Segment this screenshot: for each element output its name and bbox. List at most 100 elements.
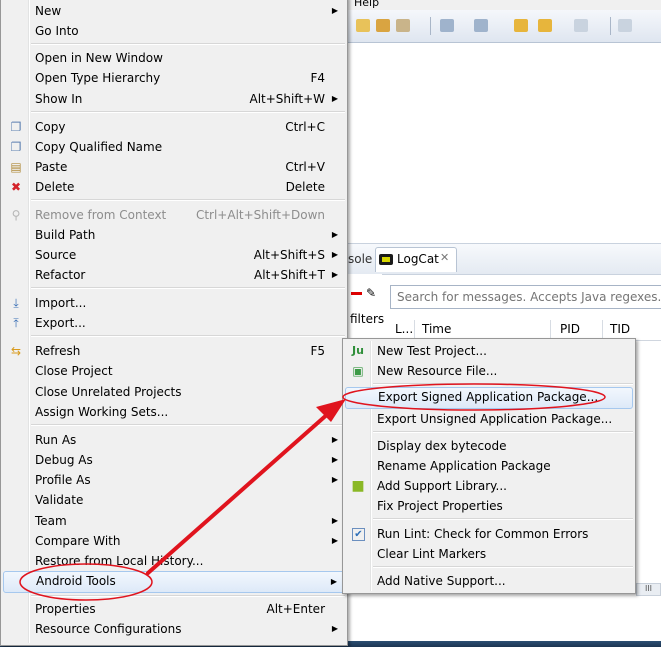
menu-item-restore-local-history[interactable]: Restore from Local History...	[3, 551, 345, 571]
submenu-arrow-icon: ▶	[331, 624, 338, 633]
menu-item-validate[interactable]: Validate	[3, 490, 345, 510]
remove-filter-icon[interactable]	[351, 292, 362, 295]
menu-item-label: Refactor	[35, 268, 86, 282]
tab-logcat[interactable]: LogCat ✕	[375, 247, 457, 272]
scrollbar-thumb[interactable]: III	[636, 583, 661, 596]
menu-item-label: Build Path	[35, 228, 96, 242]
menu-item-source[interactable]: Source Alt+Shift+S ▶	[3, 245, 345, 265]
menu-item-new[interactable]: New ▶	[3, 1, 345, 21]
menu-item-label: Open in New Window	[35, 51, 163, 65]
menu-item-run-as[interactable]: Run As ▶	[3, 430, 345, 450]
shortcut-label: Alt+Shift+W	[249, 92, 326, 106]
paste-icon: ▤	[10, 160, 22, 174]
submenu-item-export-signed-package[interactable]: Export Signed Application Package...	[345, 387, 633, 409]
forward-arrow-icon[interactable]	[574, 19, 588, 32]
menu-item-profile-as[interactable]: Profile As ▶	[3, 470, 345, 490]
menu-item-label: Compare With	[35, 534, 121, 548]
menu-item-android-tools[interactable]: Android Tools ▶	[3, 571, 345, 593]
logcat-icon	[379, 254, 393, 265]
menu-item-go-into[interactable]: Go Into	[3, 21, 345, 41]
menu-item-refresh[interactable]: ⇆ Refresh F5	[3, 341, 345, 361]
menu-item-refactor[interactable]: Refactor Alt+Shift+T ▶	[3, 265, 345, 285]
menu-item-label: Resource Configurations	[35, 622, 182, 636]
menu-item-copy-qualified-name[interactable]: ❐ Copy Qualified Name	[3, 137, 345, 157]
shortcut-label: Delete	[285, 180, 325, 194]
menu-separator	[31, 287, 345, 289]
menu-item-label: Debug As	[35, 453, 93, 467]
android-tools-submenu: Ju New Test Project... ▣ New Resource Fi…	[342, 338, 636, 594]
menu-item-label: Team	[35, 514, 67, 528]
pin-icon[interactable]	[618, 19, 632, 32]
menu-item-open-new-window[interactable]: Open in New Window	[3, 48, 345, 68]
submenu-arrow-icon: ▶	[331, 536, 338, 545]
submenu-arrow-icon: ▶	[331, 94, 338, 103]
shortcut-label: Alt+Shift+T	[254, 268, 325, 282]
step-over-icon[interactable]	[474, 19, 488, 32]
submenu-arrow-icon: ▶	[331, 455, 338, 464]
menu-item-paste[interactable]: ▤ Paste Ctrl+V	[3, 157, 345, 177]
step-icon[interactable]	[440, 19, 454, 32]
submenu-arrow-icon: ▶	[331, 435, 338, 444]
menu-item-label: Go Into	[35, 24, 79, 38]
refresh-icon: ⇆	[10, 344, 22, 358]
menu-item-delete[interactable]: ✖ Delete Delete	[3, 177, 345, 197]
menu-help[interactable]: Help	[354, 0, 379, 9]
submenu-item-run-lint[interactable]: ✔ Run Lint: Check for Common Errors	[345, 524, 633, 544]
search-input[interactable]	[390, 285, 661, 309]
submenu-item-fix-project-properties[interactable]: Fix Project Properties	[345, 496, 633, 516]
shortcut-label: Ctrl+Alt+Shift+Down	[195, 208, 325, 222]
submenu-item-new-resource-file[interactable]: ▣ New Resource File...	[345, 361, 633, 381]
submenu-item-clear-lint-markers[interactable]: Clear Lint Markers	[345, 544, 633, 564]
prev-arrow-icon[interactable]	[538, 19, 552, 32]
menu-item-compare-with[interactable]: Compare With ▶	[3, 531, 345, 551]
column-tid[interactable]: TID	[610, 322, 630, 336]
menu-item-show-in[interactable]: Show In Alt+Shift+W ▶	[3, 89, 345, 109]
shortcut-label: Ctrl+C	[285, 120, 325, 134]
filters-label: filters	[350, 312, 385, 326]
shortcut-label: F4	[310, 71, 325, 85]
menu-item-label: New Test Project...	[377, 344, 487, 358]
menu-item-properties[interactable]: Properties Alt+Enter	[3, 599, 345, 619]
menu-item-team[interactable]: Team ▶	[3, 511, 345, 531]
submenu-item-rename-package[interactable]: Rename Application Package	[345, 456, 633, 476]
submenu-item-add-native-support[interactable]: Add Native Support...	[345, 571, 633, 591]
new-icon[interactable]	[356, 19, 370, 32]
shortcut-label: Ctrl+V	[285, 160, 325, 174]
menu-item-open-type-hierarchy[interactable]: Open Type Hierarchy F4	[3, 68, 345, 88]
menu-item-label: Run Lint: Check for Common Errors	[377, 527, 589, 541]
shortcut-label: Alt+Shift+S	[253, 248, 325, 262]
shortcut-label: Alt+Enter	[266, 602, 325, 616]
submenu-item-new-test-project[interactable]: Ju New Test Project...	[345, 341, 633, 361]
menu-item-close-project[interactable]: Close Project	[3, 361, 345, 381]
column-pid[interactable]: PID	[560, 322, 580, 336]
shortcut-label: F5	[310, 344, 325, 358]
close-icon[interactable]: ✕	[440, 251, 449, 264]
edit-filter-icon[interactable]: ✎	[366, 286, 376, 300]
copy-icon: ❐	[10, 120, 22, 134]
menu-item-label: Import...	[35, 296, 87, 310]
menu-item-label: Run As	[35, 433, 77, 447]
submenu-item-display-dex-bytecode[interactable]: Display dex bytecode	[345, 436, 633, 456]
open-icon[interactable]	[376, 19, 390, 32]
menu-item-label: Rename Application Package	[377, 459, 551, 473]
column-level[interactable]: L...	[395, 322, 413, 336]
menu-item-label: Validate	[35, 493, 84, 507]
submenu-item-add-support-library[interactable]: ■ Add Support Library...	[345, 476, 633, 496]
menu-item-label: Display dex bytecode	[377, 439, 507, 453]
menu-separator	[373, 383, 633, 385]
menu-item-copy[interactable]: ❐ Copy Ctrl+C	[3, 117, 345, 137]
back-arrow-icon[interactable]	[514, 19, 528, 32]
menu-item-build-path[interactable]: Build Path ▶	[3, 225, 345, 245]
menu-item-close-unrelated-projects[interactable]: Close Unrelated Projects	[3, 382, 345, 402]
submenu-arrow-icon: ▶	[331, 475, 338, 484]
submenu-item-export-unsigned-package[interactable]: Export Unsigned Application Package...	[345, 409, 633, 429]
wand-icon[interactable]	[396, 19, 410, 32]
menu-item-import[interactable]: ⤓ Import...	[3, 293, 345, 313]
menu-item-export[interactable]: ⤒ Export...	[3, 313, 345, 333]
menu-item-assign-working-sets[interactable]: Assign Working Sets...	[3, 402, 345, 422]
column-time[interactable]: Time	[422, 322, 451, 336]
menu-item-resource-configurations[interactable]: Resource Configurations ▶	[3, 619, 345, 639]
tab-console[interactable]: sole	[348, 252, 372, 266]
column-separator	[602, 320, 603, 338]
menu-item-debug-as[interactable]: Debug As ▶	[3, 450, 345, 470]
